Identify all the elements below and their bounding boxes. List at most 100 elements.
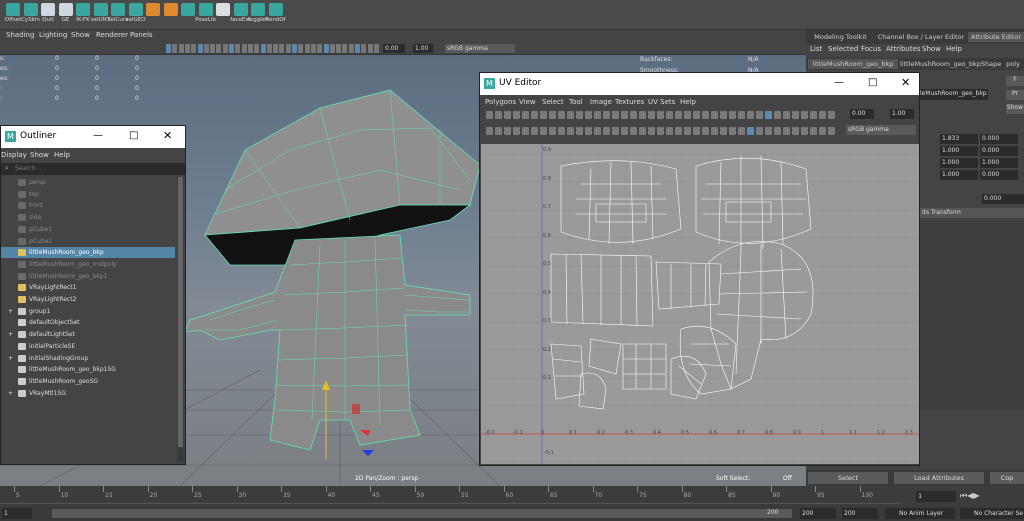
outliner-item[interactable]: littleMushRoom_geoSG xyxy=(1,376,175,387)
outliner-item[interactable]: + group1 xyxy=(1,306,175,317)
outliner-item[interactable]: front xyxy=(1,200,175,211)
maximize-icon[interactable]: □ xyxy=(129,130,138,141)
uv-tool-icon[interactable] xyxy=(666,111,673,119)
uv-exposure-field[interactable]: 0.00 xyxy=(850,109,874,119)
uv-tool-icon[interactable] xyxy=(747,111,754,119)
uv-tool-icon[interactable] xyxy=(828,127,835,135)
attribute-menu-item[interactable]: Help xyxy=(946,45,962,53)
uv-tool-icon[interactable] xyxy=(792,127,799,135)
attribute-menu-item[interactable]: Selected xyxy=(828,45,858,53)
current-frame-field[interactable]: 1 xyxy=(916,491,956,502)
uv-canvas[interactable]: 0.9 0.8 0.7 0.6 0.5 0.4 0.3 0.2 0.1 -0.2 -0.1 0 0.1… xyxy=(481,144,919,464)
uv-tool-icon[interactable] xyxy=(819,127,826,135)
outliner-item[interactable]: + defaultLightSet xyxy=(1,329,175,340)
uv-menu-item[interactable]: UV Sets xyxy=(648,98,675,106)
attribute-value-field[interactable]: 1.000 xyxy=(940,146,978,156)
attr-single-value[interactable]: 0.000 xyxy=(982,194,1024,204)
attribute-value-field[interactable]: 0.000 xyxy=(980,170,1018,180)
uv-tool-icon[interactable] xyxy=(702,127,709,135)
uv-tool-icon[interactable] xyxy=(594,127,601,135)
uv-menu-item[interactable]: View xyxy=(519,98,536,106)
uv-tool-icon[interactable] xyxy=(522,127,529,135)
presets-button[interactable]: Pr xyxy=(1006,90,1024,100)
uv-tool-icon[interactable] xyxy=(747,127,754,135)
mushroom-model[interactable] xyxy=(184,89,481,460)
uv-tool-icon[interactable] xyxy=(495,127,502,135)
outliner-item[interactable]: + VRayMtl1SG xyxy=(1,388,175,399)
uv-tool-icon[interactable] xyxy=(504,111,511,119)
attribute-menu-item[interactable]: Attributes xyxy=(886,45,921,53)
uv-tool-icon[interactable] xyxy=(729,127,736,135)
uv-tool-icon[interactable] xyxy=(567,111,574,119)
uv-tool-icon[interactable] xyxy=(567,127,574,135)
uv-tool-icon[interactable] xyxy=(693,111,700,119)
uv-tool-icon[interactable] xyxy=(540,111,547,119)
uv-tool-icon[interactable] xyxy=(513,111,520,119)
uv-menu-item[interactable]: Help xyxy=(680,98,696,106)
uv-tool-icon[interactable] xyxy=(675,111,682,119)
uv-tool-icon[interactable] xyxy=(657,127,664,135)
expand-icon[interactable]: + xyxy=(8,353,13,364)
uv-tool-icon[interactable] xyxy=(549,111,556,119)
anim-layer-dropdown[interactable]: No Anim Layer xyxy=(885,508,955,519)
outliner-search[interactable]: ⌕ Search... xyxy=(1,163,185,175)
tab-attribute-editor[interactable]: Attribute Editor xyxy=(968,32,1024,42)
uv-tool-icon[interactable] xyxy=(630,127,637,135)
uv-tool-icon[interactable] xyxy=(729,111,736,119)
uv-tool-icon[interactable] xyxy=(495,111,502,119)
uv-tool-icon[interactable] xyxy=(783,127,790,135)
uv-tool-icon[interactable] xyxy=(486,111,493,119)
minimize-icon[interactable]: — xyxy=(93,130,103,141)
attribute-value-field[interactable]: 0.000 xyxy=(980,146,1018,156)
tab-node-poly[interactable]: poly xyxy=(1002,59,1024,69)
uv-tool-icon[interactable] xyxy=(702,111,709,119)
uv-menu-item[interactable]: Textures xyxy=(615,98,644,106)
end-time-field[interactable]: 200 xyxy=(800,508,836,519)
node-name-field[interactable]: leMushRoom_geo_bkp xyxy=(918,89,988,100)
outliner-item[interactable]: VRayLightRect2 xyxy=(1,294,175,305)
maximize-icon[interactable]: □ xyxy=(868,77,877,88)
outliner-item[interactable]: littleMushRoom_geo_midpoly xyxy=(1,259,175,270)
uv-tool-icon[interactable] xyxy=(522,111,529,119)
playback-end-field[interactable]: 200 xyxy=(842,508,878,519)
uv-tool-icon[interactable] xyxy=(774,111,781,119)
shelf-button[interactable]: RendOf xyxy=(265,2,287,28)
uv-tool-icon[interactable] xyxy=(792,111,799,119)
timeline[interactable]: 5 10 15 20 25 30 35 40 45 50 55 60 65 70 75 80 85 90 95 100… xyxy=(0,486,1024,521)
uv-tool-icon[interactable] xyxy=(810,127,817,135)
uv-tool-icon[interactable] xyxy=(576,127,583,135)
uv-tool-icon[interactable] xyxy=(612,127,619,135)
uv-menu-item[interactable]: Image xyxy=(590,98,612,106)
play-icon[interactable]: ▶ xyxy=(973,491,979,500)
uv-tool-icon[interactable] xyxy=(774,127,781,135)
outliner-item[interactable]: VRayLightRect1 xyxy=(1,282,175,293)
expand-icon[interactable]: + xyxy=(8,329,13,340)
uv-tool-icon[interactable] xyxy=(657,111,664,119)
tab-modeling-toolkit[interactable]: Modeling Toolkit xyxy=(808,32,873,42)
load-attributes-button[interactable]: Load Attributes xyxy=(894,472,984,484)
range-slider[interactable]: 200 xyxy=(52,509,792,518)
uv-tool-icon[interactable] xyxy=(648,111,655,119)
outliner-item[interactable]: pCube1 xyxy=(1,224,175,235)
expand-icon[interactable]: + xyxy=(8,306,13,317)
uv-tool-icon[interactable] xyxy=(801,111,808,119)
uv-tool-icon[interactable] xyxy=(711,127,718,135)
select-button[interactable]: Select xyxy=(808,472,888,484)
uv-tool-icon[interactable] xyxy=(558,111,565,119)
show-button[interactable]: Show xyxy=(1006,104,1024,114)
outliner-item[interactable]: top xyxy=(1,189,175,200)
character-set-dropdown[interactable]: No Character Se xyxy=(960,508,1024,519)
outliner-item[interactable]: pCube2 xyxy=(1,236,175,247)
uv-tool-icon[interactable] xyxy=(594,111,601,119)
uv-tool-icon[interactable] xyxy=(765,111,772,119)
outliner-scroll-thumb[interactable] xyxy=(178,177,183,447)
timeline-ruler[interactable]: 5 10 15 20 25 30 35 40 45 50 55 60 65 70 75 80 85 90 95 100 xyxy=(0,486,900,504)
copy-tab-button[interactable]: Cop xyxy=(990,472,1024,484)
tab-channel-box[interactable]: Channel Box / Layer Editor xyxy=(876,32,966,42)
uv-tool-icon[interactable] xyxy=(486,127,493,135)
attribute-value-field[interactable]: 1.833 xyxy=(940,134,978,144)
outliner-menu-item[interactable]: Help xyxy=(54,151,70,159)
attribute-value-field[interactable]: 1.000 xyxy=(940,170,978,180)
uv-tool-icon[interactable] xyxy=(666,127,673,135)
attribute-menu-item[interactable]: List xyxy=(810,45,822,53)
